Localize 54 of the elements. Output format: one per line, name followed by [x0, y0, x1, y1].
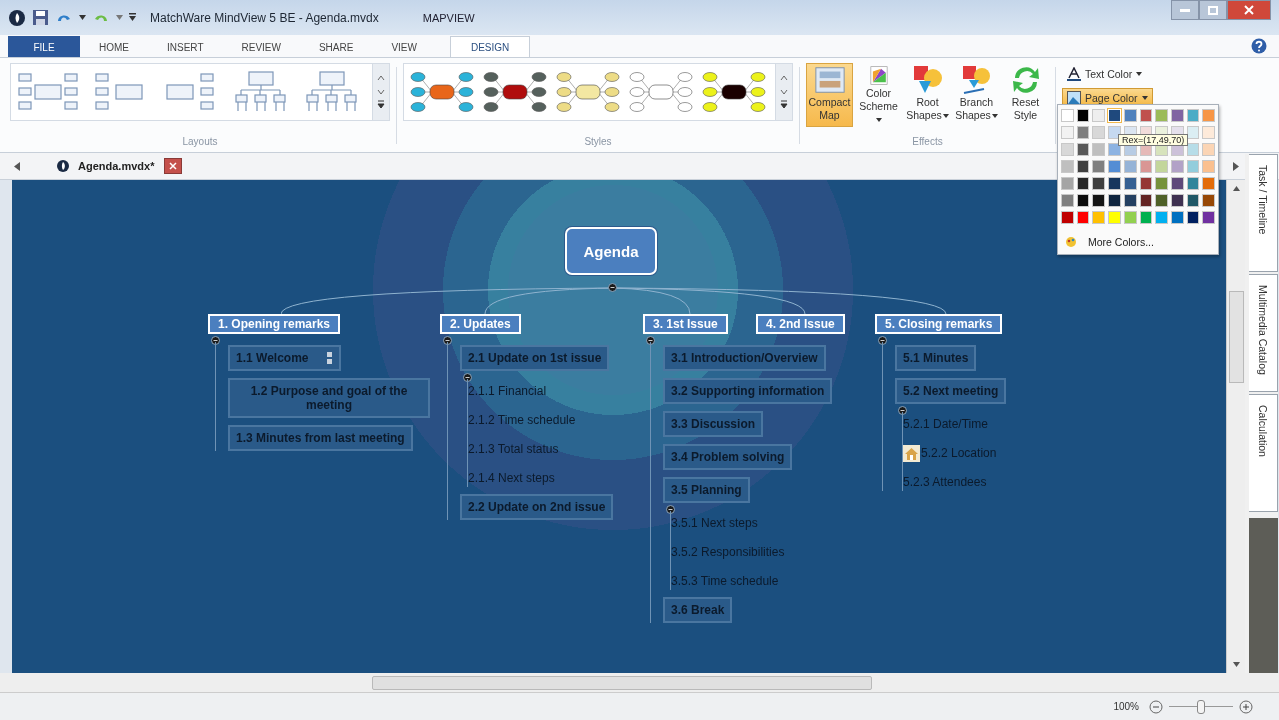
zoom-level: 100% — [1113, 701, 1139, 712]
topic-box[interactable]: 2.1 Update on 1st issue — [460, 345, 610, 371]
topic-box[interactable]: 3.3 Discussion — [663, 411, 764, 437]
window-title: MatchWare MindView 5 BE - Agenda.mvdx — [150, 10, 379, 25]
group-label: Effects — [912, 136, 943, 149]
group-label: Styles — [584, 136, 612, 149]
context-tab-label: MAPVIEW — [422, 11, 475, 24]
topic-text[interactable]: 5.2.3 Attendees — [903, 473, 987, 491]
ribbon-tab[interactable]: VIEW — [372, 36, 436, 57]
document-tab[interactable]: Agenda.mvdx* — [56, 159, 155, 173]
effect-button[interactable]: Reset Style — [1002, 63, 1049, 127]
branch-topic[interactable]: 5. Closing remarks — [875, 314, 1003, 334]
group-label: Layouts — [182, 136, 218, 149]
ribbon-tab[interactable]: REVIEW — [222, 36, 300, 57]
side-panel-tab[interactable]: Multimedia Catalog — [1249, 274, 1278, 392]
topic-text[interactable]: 5.2.1 Date/Time — [903, 415, 988, 433]
topic-box[interactable]: 3.1 Introduction/Overview — [663, 345, 826, 371]
effect-button[interactable]: Compact Map — [806, 63, 853, 127]
topic-box[interactable]: 3.4 Problem solving — [663, 444, 793, 470]
topic-text[interactable]: 2.1.2 Time schedule — [468, 411, 576, 429]
topic-box[interactable]: 1.2 Purpose and goal of the meeting — [228, 378, 430, 418]
topic-box[interactable]: 1.3 Minutes from last meeting — [228, 425, 413, 451]
branch-topic[interactable]: 3. 1st Issue — [643, 314, 728, 334]
branch-topic[interactable]: 2. Updates — [440, 314, 521, 334]
ribbon-tab[interactable]: DESIGN — [449, 36, 531, 57]
topic-box[interactable]: 1.1 Welcome — [228, 345, 342, 371]
topic-text[interactable]: 3.5.3 Time schedule — [671, 572, 779, 590]
ribbon-tab[interactable]: SHARE — [299, 36, 373, 57]
topic-text[interactable]: 2.1.1 Financial — [468, 382, 547, 400]
topic-text[interactable]: 2.1.4 Next steps — [468, 469, 555, 487]
topic-box[interactable]: 5.2 Next meeting — [895, 378, 1007, 404]
topic-text[interactable]: 3.5.2 Responsibilities — [671, 543, 785, 561]
topic-box[interactable]: 3.6 Break — [663, 597, 733, 623]
ribbon-tab[interactable]: HOME — [80, 36, 148, 57]
branch-topic[interactable]: 4. 2nd Issue — [756, 314, 845, 334]
color-tooltip: Rex=(17,49,70) — [1118, 134, 1189, 146]
more-colors-item[interactable]: More Colors... — [1061, 228, 1215, 248]
ribbon-tab[interactable]: FILE — [8, 36, 80, 57]
topic-box[interactable]: 3.5 Planning — [663, 477, 750, 503]
side-panel-tab[interactable]: Task / Timeline — [1249, 154, 1278, 272]
branch-topic[interactable]: 1. Opening remarks — [208, 314, 341, 334]
topic-box[interactable]: 5.1 Minutes — [895, 345, 977, 371]
effect-button[interactable]: Branch Shapes — [953, 63, 1000, 127]
effect-button[interactable]: Color Scheme — [855, 63, 902, 127]
topic-text[interactable]: 5.2.2 Location — [921, 444, 997, 462]
topic-box[interactable]: 3.2 Supporting information — [663, 378, 833, 404]
side-panel-tab[interactable]: Calculation — [1249, 394, 1278, 512]
ribbon-tab[interactable]: INSERT — [148, 36, 223, 57]
topic-box[interactable]: 2.2 Update on 2nd issue — [460, 494, 614, 520]
color-dropdown-button[interactable]: Text Color — [1062, 64, 1153, 84]
topic-text[interactable]: 2.1.3 Total status — [468, 440, 559, 458]
topic-text[interactable]: 3.5.1 Next steps — [671, 514, 758, 532]
root-topic[interactable]: Agenda — [565, 227, 657, 275]
effect-button[interactable]: Root Shapes — [904, 63, 951, 127]
